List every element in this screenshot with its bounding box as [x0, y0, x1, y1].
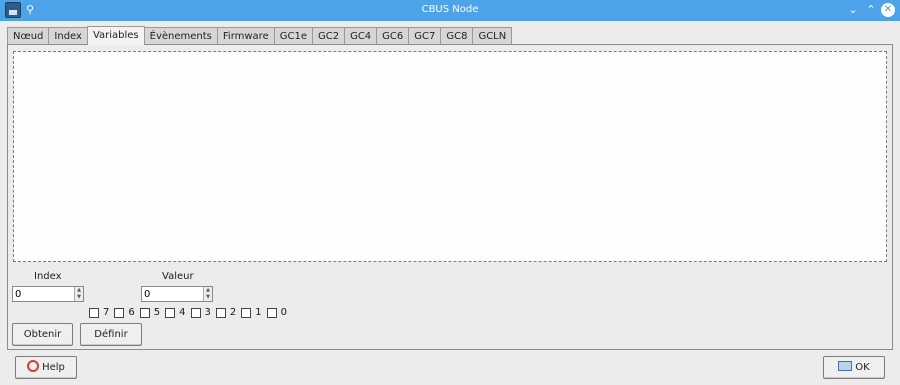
minimize-icon[interactable]: ⌄ [846, 3, 860, 17]
help-button-label: Help [42, 362, 65, 373]
value-spin-arrows[interactable]: ▲ ▼ [203, 287, 212, 301]
tab-evenements[interactable]: Évènements [143, 27, 218, 45]
tab-gc1e[interactable]: GC1e [273, 27, 313, 45]
tab-gc7[interactable]: GC7 [408, 27, 442, 45]
value-label: Valeur [162, 271, 194, 282]
ok-icon [838, 361, 853, 371]
help-button[interactable]: Help [15, 356, 77, 379]
spin-up-icon[interactable]: ▲ [75, 287, 83, 294]
bit-checkboxes: 7 6 5 4 3 2 1 0 [89, 307, 292, 318]
tab-gc2[interactable]: GC2 [311, 27, 346, 45]
bit-4[interactable]: 4 [165, 307, 186, 318]
checkbox[interactable] [139, 307, 150, 318]
tab-gc4[interactable]: GC4 [344, 27, 378, 45]
ok-button-label: OK [855, 362, 870, 373]
variables-panel: Index Valeur ▲ ▼ ▲ ▼ 7 6 5 4 3 2 1 0 Obt… [7, 44, 893, 350]
index-spinbox[interactable]: ▲ ▼ [12, 286, 84, 302]
bit-3[interactable]: 3 [190, 307, 211, 318]
spin-down-icon[interactable]: ▼ [204, 294, 212, 301]
bit-0[interactable]: 0 [266, 307, 287, 318]
index-input[interactable] [15, 288, 67, 300]
tab-bar: Nœud Index Variables Évènements Firmware… [7, 26, 513, 45]
tab-firmware[interactable]: Firmware [216, 27, 275, 45]
maximize-icon[interactable]: ⌃ [864, 3, 878, 17]
bit-5[interactable]: 5 [139, 307, 160, 318]
bit-6[interactable]: 6 [114, 307, 135, 318]
spin-down-icon[interactable]: ▼ [75, 294, 83, 301]
checkbox[interactable] [114, 307, 125, 318]
title-bar: ⚲ CBUS Node ⌄ ⌃ ✕ [0, 0, 900, 21]
get-button[interactable]: Obtenir [12, 323, 73, 346]
value-spinbox[interactable]: ▲ ▼ [141, 286, 213, 302]
ok-button[interactable]: OK [823, 356, 885, 379]
window-title: CBUS Node [421, 4, 479, 15]
bit-1[interactable]: 1 [241, 307, 262, 318]
tab-gc8[interactable]: GC8 [440, 27, 474, 45]
tab-noeud[interactable]: Nœud [7, 27, 50, 45]
tab-variables[interactable]: Variables [86, 26, 145, 45]
checkbox[interactable] [266, 307, 277, 318]
index-spin-arrows[interactable]: ▲ ▼ [74, 287, 83, 301]
set-button[interactable]: Définir [80, 323, 142, 346]
checkbox[interactable] [215, 307, 226, 318]
lifebuoy-icon [27, 360, 40, 372]
index-label: Index [34, 271, 62, 282]
tab-gc6[interactable]: GC6 [376, 27, 410, 45]
close-icon[interactable]: ✕ [881, 3, 895, 17]
value-input[interactable] [144, 288, 196, 300]
output-text-area[interactable] [13, 51, 887, 262]
bit-2[interactable]: 2 [215, 307, 236, 318]
spin-up-icon[interactable]: ▲ [204, 287, 212, 294]
checkbox[interactable] [89, 307, 99, 318]
tab-index[interactable]: Index [48, 27, 88, 45]
bit-7[interactable]: 7 [89, 307, 109, 318]
checkbox[interactable] [190, 307, 201, 318]
checkbox[interactable] [165, 307, 176, 318]
tab-gcln[interactable]: GCLN [472, 27, 513, 45]
checkbox[interactable] [241, 307, 252, 318]
